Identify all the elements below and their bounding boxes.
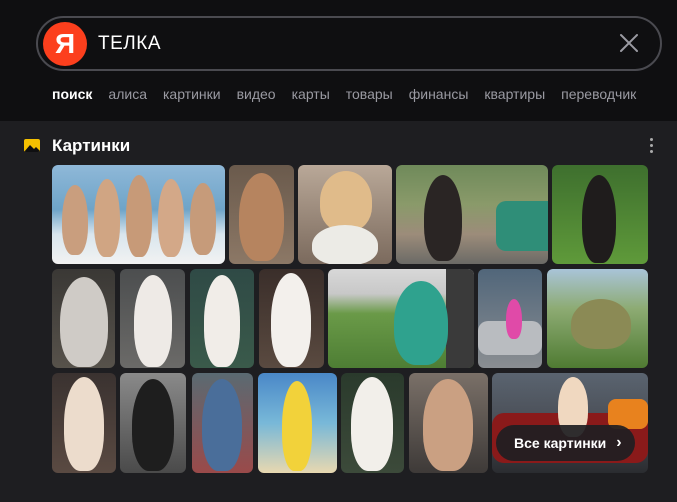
more-options-icon[interactable] <box>648 138 654 154</box>
tab-images[interactable]: картинки <box>163 86 221 102</box>
tab-finance[interactable]: финансы <box>409 86 469 102</box>
header: Я ТЕЛКА поиск алиса картинки видео карты това… <box>0 0 677 121</box>
search-bar[interactable]: Я ТЕЛКА <box>36 16 662 71</box>
image-thumbnail[interactable] <box>409 373 488 473</box>
image-thumbnail[interactable] <box>52 165 225 264</box>
all-images-button[interactable]: Все картинки › <box>496 425 635 461</box>
tab-alice[interactable]: алиса <box>108 86 147 102</box>
image-thumbnail[interactable] <box>52 373 116 473</box>
search-input[interactable]: ТЕЛКА <box>98 33 161 55</box>
tab-apartments[interactable]: квартиры <box>484 86 545 102</box>
clear-icon[interactable] <box>618 32 640 54</box>
tab-video[interactable]: видео <box>237 86 276 102</box>
image-thumbnail[interactable] <box>259 269 324 368</box>
image-thumbnail[interactable] <box>52 269 115 368</box>
tab-maps[interactable]: карты <box>292 86 330 102</box>
search-tabs: поиск алиса картинки видео карты товары финанс… <box>52 86 652 104</box>
yandex-logo[interactable]: Я <box>43 22 87 66</box>
image-thumbnail[interactable] <box>120 373 186 473</box>
image-thumbnail[interactable] <box>190 269 254 368</box>
section-title[interactable]: Картинки <box>52 136 130 156</box>
images-icon <box>24 139 40 152</box>
image-thumbnail[interactable] <box>120 269 185 368</box>
all-images-label: Все картинки <box>514 435 607 451</box>
image-thumbnail[interactable] <box>341 373 404 473</box>
image-thumbnail[interactable] <box>478 269 542 368</box>
images-section-header: Картинки <box>24 136 654 158</box>
image-thumbnail[interactable] <box>258 373 337 473</box>
image-thumbnail[interactable] <box>328 269 474 368</box>
image-thumbnail[interactable] <box>396 165 548 264</box>
image-thumbnail[interactable] <box>192 373 253 473</box>
chevron-right-icon: › <box>616 434 622 451</box>
image-thumbnail[interactable] <box>229 165 294 264</box>
tab-products[interactable]: товары <box>346 86 393 102</box>
tab-search[interactable]: поиск <box>52 86 92 102</box>
image-thumbnail[interactable] <box>298 165 392 264</box>
image-thumbnail[interactable] <box>547 269 648 368</box>
image-thumbnail[interactable] <box>552 165 648 264</box>
tab-translate[interactable]: переводчик <box>561 86 636 102</box>
